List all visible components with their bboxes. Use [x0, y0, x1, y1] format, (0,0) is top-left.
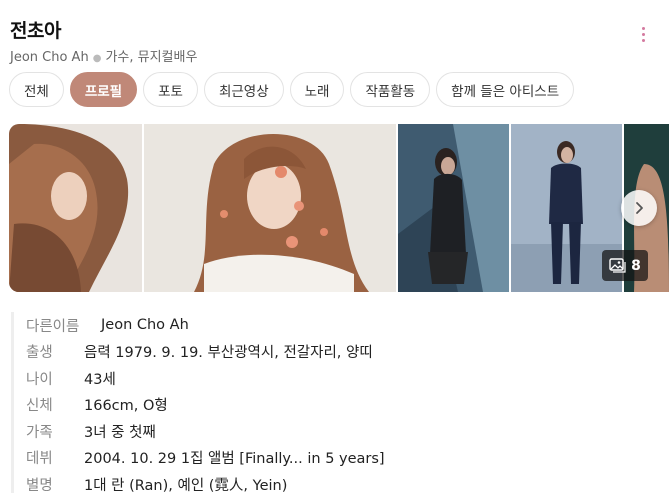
info-key: 나이	[26, 371, 53, 388]
profile-header: 전초아 Jeon Cho Ah ● 가수, 뮤지컬배우	[10, 14, 659, 70]
photo-thumbnail[interactable]	[144, 124, 396, 292]
tab-profile[interactable]: 프로필	[69, 72, 138, 107]
photo-gallery	[9, 124, 669, 292]
info-key: 데뷔	[26, 451, 53, 468]
tab-works[interactable]: 작품활동	[350, 72, 431, 107]
info-row: 별명 1대 란 (Ran), 예인 (霓人, Yein)	[26, 471, 651, 493]
info-value[interactable]: 음력 1979. 9. 19. 부산광역시, 전갈자리, 양띠	[84, 341, 373, 362]
tab-recent-video[interactable]: 최근영상	[203, 72, 284, 107]
info-key: 다른이름	[26, 318, 80, 335]
chevron-right-icon	[636, 202, 643, 214]
tab-all[interactable]: 전체	[9, 72, 64, 107]
occupation: 가수, 뮤지컬배우	[105, 50, 198, 65]
photo-count: 8	[631, 257, 641, 274]
info-value: 3녀 중 첫째	[84, 424, 156, 441]
info-key: 별명	[26, 477, 53, 493]
info-row: 나이 43세	[26, 365, 651, 392]
info-row: 출생 음력 1979. 9. 19. 부산광역시, 전갈자리, 양띠	[26, 339, 651, 366]
tab-songs[interactable]: 노래	[289, 72, 345, 107]
tab-bar: 전체 프로필 포토 최근영상 노래 작품활동 함께 들은 아티스트	[9, 72, 575, 108]
info-value[interactable]: 2004. 10. 29 1집 앨범 [Finally... in 5 year…	[84, 447, 385, 468]
gallery-next-button[interactable]	[621, 190, 657, 226]
subtitle: Jeon Cho Ah ● 가수, 뮤지컬배우	[10, 46, 197, 65]
info-row: 가족 3녀 중 첫째	[26, 418, 651, 445]
page-title: 전초아	[10, 20, 61, 42]
info-row: 데뷔 2004. 10. 29 1집 앨범 [Finally... in 5 y…	[26, 445, 651, 472]
info-value: 43세	[84, 371, 116, 388]
tab-photo[interactable]: 포토	[143, 72, 198, 107]
profile-info: 다른이름 Jeon Cho Ah 출생 음력 1979. 9. 19. 부산광역…	[11, 312, 651, 493]
tab-related-artists[interactable]: 함께 들은 아티스트	[436, 72, 575, 107]
info-key: 출생	[26, 345, 53, 362]
image-stack-icon	[609, 258, 626, 273]
info-value: 166cm, O형	[84, 398, 168, 415]
name-english: Jeon Cho Ah	[10, 50, 89, 65]
more-options-icon[interactable]	[635, 24, 651, 44]
info-key: 신체	[26, 398, 53, 415]
info-row: 다른이름 Jeon Cho Ah	[26, 312, 651, 339]
info-key: 가족	[26, 424, 53, 441]
photo-thumbnail[interactable]	[9, 124, 142, 292]
info-row: 신체 166cm, O형	[26, 392, 651, 419]
separator-dot: ●	[92, 53, 102, 64]
info-value: 1대 란 (Ran), 예인 (霓人, Yein)	[84, 477, 288, 493]
photo-count-badge[interactable]: 8	[602, 250, 648, 281]
info-value: Jeon Cho Ah	[101, 317, 189, 334]
photo-thumbnail[interactable]	[398, 124, 509, 292]
